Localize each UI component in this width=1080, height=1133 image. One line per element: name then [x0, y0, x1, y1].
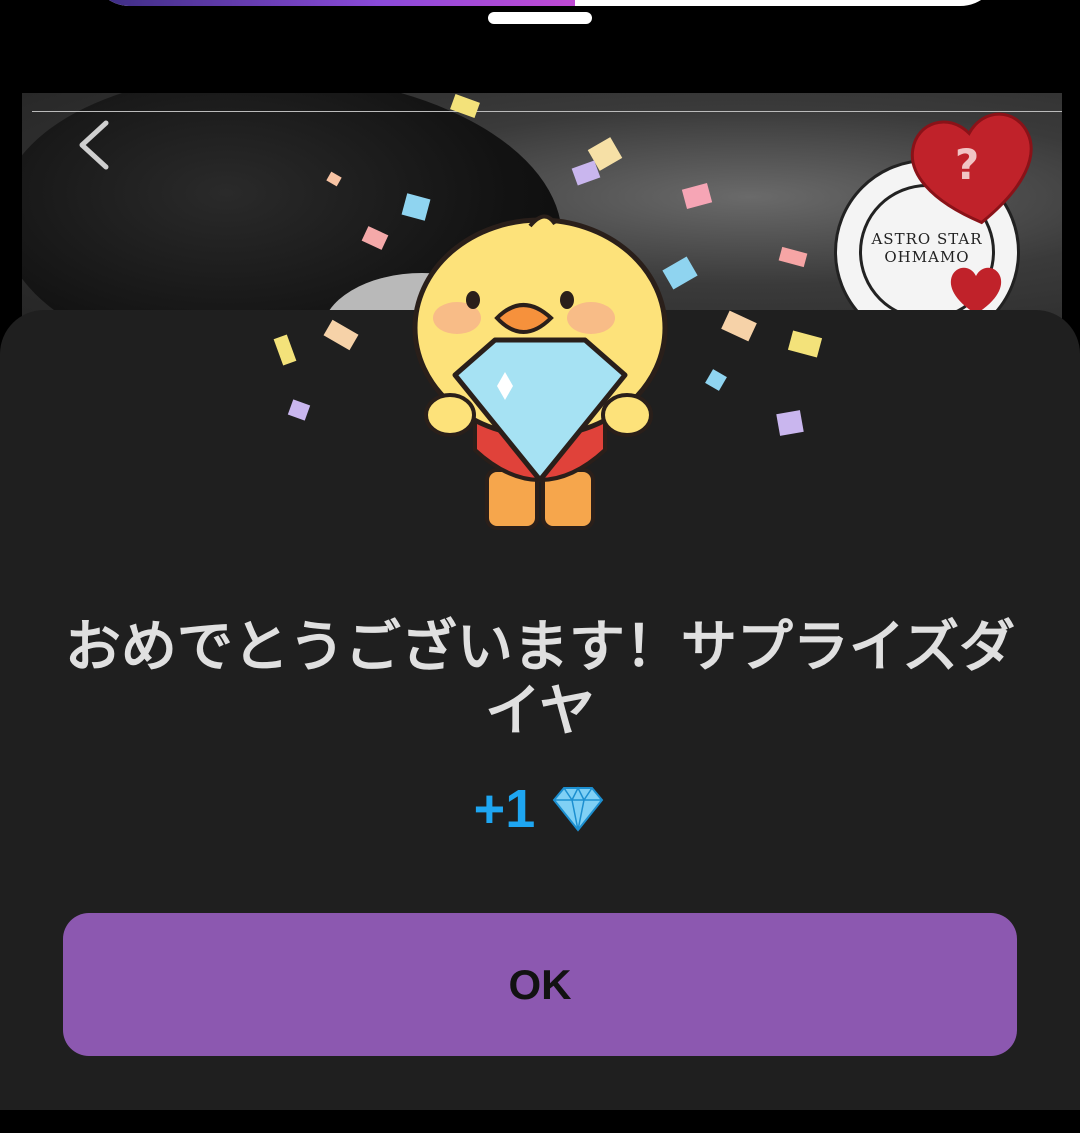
chick-mascot-holding-diamond [412, 214, 668, 530]
stamp-text: ASTRO STAR OHMAMO [871, 230, 983, 266]
ok-button[interactable]: OK [63, 913, 1017, 1056]
diamond-icon [553, 786, 604, 832]
svg-text:?: ? [955, 140, 979, 189]
drag-handle[interactable] [488, 12, 592, 24]
previous-card-edge [90, 0, 1000, 6]
previous-card-banner [90, 0, 575, 6]
reward-amount: +1 [473, 779, 536, 839]
reward-title: おめでとうございます！サプライズダイヤ [64, 615, 1016, 744]
mystery-heart-icon[interactable]: ? [904, 103, 1044, 233]
reward-line: +1 [0, 778, 1080, 842]
chevron-left-icon[interactable] [72, 117, 116, 173]
